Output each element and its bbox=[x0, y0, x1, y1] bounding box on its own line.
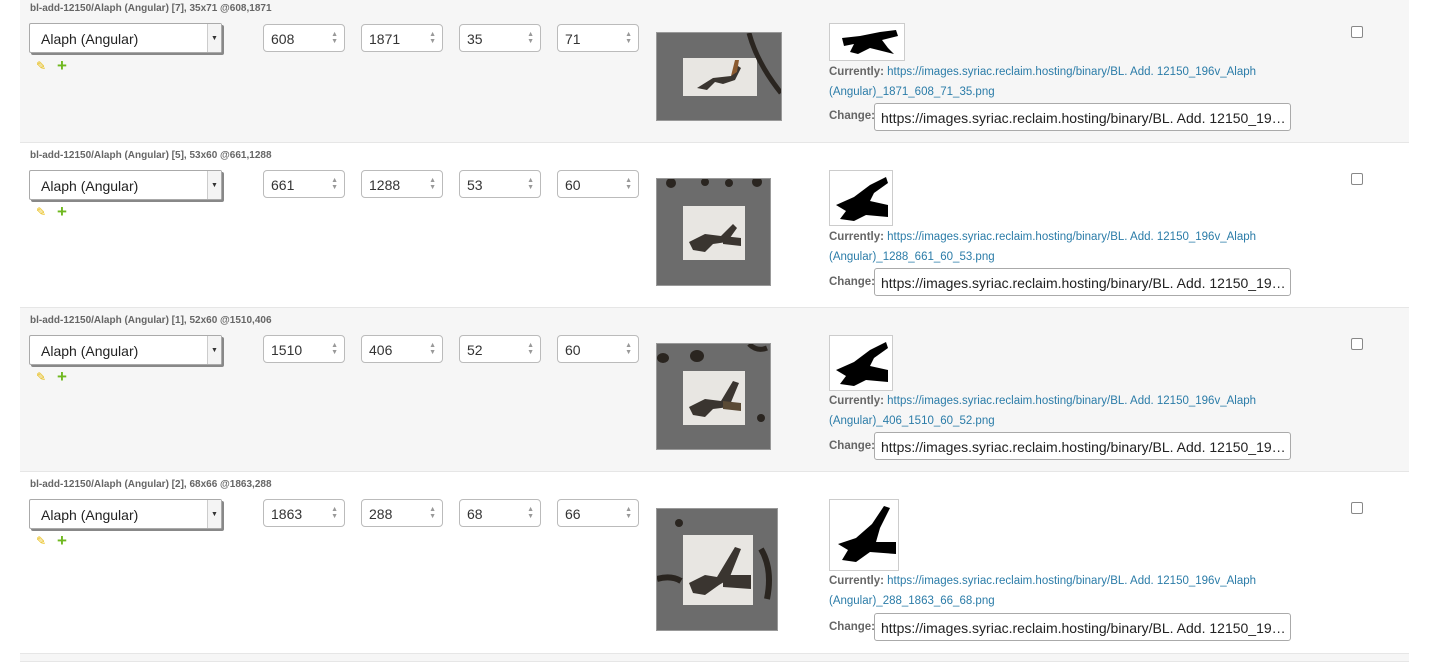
spinner-arrows-icon[interactable]: ▲ ▼ bbox=[527, 31, 534, 45]
glyph-row: bl-add-12150/Alaph (Angular) [1], 52x60 … bbox=[20, 308, 1409, 472]
plus-icon[interactable]: + bbox=[57, 368, 67, 385]
glyph-row: bl-add-12150/Alaph (Angular) [5], 53x60 … bbox=[20, 143, 1409, 308]
crop-preview bbox=[656, 32, 782, 121]
change-label: Change: bbox=[829, 440, 875, 452]
caret-down-icon: ▼ bbox=[207, 24, 221, 52]
current-file: Currently: https://images.syriac.reclaim… bbox=[829, 66, 1257, 98]
delete-checkbox[interactable] bbox=[1351, 26, 1363, 38]
delete-checkbox[interactable] bbox=[1351, 173, 1363, 185]
change-file-input[interactable]: https://images.syriac.reclaim.hosting/bi… bbox=[874, 103, 1291, 131]
glyph-row: bl-add-12150/Alaph (Angular) [7], 35x71 … bbox=[20, 0, 1409, 143]
y-input[interactable]: 406 ▲ ▼ bbox=[361, 335, 443, 363]
pencil-icon[interactable]: ✎ bbox=[36, 370, 46, 384]
w-input[interactable]: 68 ▲ ▼ bbox=[459, 499, 541, 527]
current-file-link[interactable]: https://images.syriac.reclaim.hosting/bi… bbox=[829, 395, 1256, 427]
current-file: Currently: https://images.syriac.reclaim… bbox=[829, 575, 1257, 607]
spinner-arrows-icon[interactable]: ▲ ▼ bbox=[331, 177, 338, 191]
letter-select[interactable]: Alaph (Angular) ▼ bbox=[29, 499, 222, 529]
letter-select-value: Alaph (Angular) bbox=[41, 178, 139, 194]
change-label: Change: bbox=[829, 110, 875, 122]
spinner-arrows-icon[interactable]: ▲ ▼ bbox=[625, 31, 632, 45]
pencil-icon[interactable]: ✎ bbox=[36, 534, 46, 548]
glyph-thumbnail bbox=[829, 335, 893, 391]
change-label: Change: bbox=[829, 276, 875, 288]
spinner-arrows-icon[interactable]: ▲ ▼ bbox=[625, 177, 632, 191]
spinner-arrows-icon[interactable]: ▲ ▼ bbox=[429, 31, 436, 45]
crop-preview bbox=[656, 178, 771, 286]
letter-select[interactable]: Alaph (Angular) ▼ bbox=[29, 170, 222, 200]
plus-icon[interactable]: + bbox=[57, 57, 67, 74]
delete-checkbox[interactable] bbox=[1351, 502, 1363, 514]
y-input[interactable]: 288 ▲ ▼ bbox=[361, 499, 443, 527]
current-file-link[interactable]: https://images.syriac.reclaim.hosting/bi… bbox=[829, 575, 1256, 607]
letter-select[interactable]: Alaph (Angular) ▼ bbox=[29, 335, 222, 365]
caret-down-icon: ▼ bbox=[207, 171, 221, 199]
spinner-arrows-icon[interactable]: ▲ ▼ bbox=[429, 177, 436, 191]
change-file-input[interactable]: https://images.syriac.reclaim.hosting/bi… bbox=[874, 268, 1291, 296]
pencil-icon[interactable]: ✎ bbox=[36, 59, 46, 73]
letter-select-value: Alaph (Angular) bbox=[41, 343, 139, 359]
spinner-arrows-icon[interactable]: ▲ ▼ bbox=[527, 177, 534, 191]
spinner-arrows-icon[interactable]: ▲ ▼ bbox=[429, 342, 436, 356]
plus-icon[interactable]: + bbox=[57, 532, 67, 549]
glyph-thumbnail bbox=[829, 499, 899, 571]
x-input[interactable]: 1510 ▲ ▼ bbox=[263, 335, 345, 363]
h-input[interactable]: 71 ▲ ▼ bbox=[557, 24, 639, 52]
spinner-arrows-icon[interactable]: ▲ ▼ bbox=[429, 506, 436, 520]
y-input[interactable]: 1871 ▲ ▼ bbox=[361, 24, 443, 52]
row-label: bl-add-12150/Alaph (Angular) [1], 52x60 … bbox=[30, 315, 272, 326]
h-input[interactable]: 60 ▲ ▼ bbox=[557, 170, 639, 198]
glyph-row: bl-add-12150/Alaph (Angular) [2], 68x66 … bbox=[20, 472, 1409, 654]
w-input[interactable]: 53 ▲ ▼ bbox=[459, 170, 541, 198]
glyph-thumbnail bbox=[829, 170, 893, 226]
pencil-icon[interactable]: ✎ bbox=[36, 205, 46, 219]
x-input[interactable]: 661 ▲ ▼ bbox=[263, 170, 345, 198]
h-input[interactable]: 66 ▲ ▼ bbox=[557, 499, 639, 527]
crop-preview bbox=[656, 508, 778, 631]
row-label: bl-add-12150/Alaph (Angular) [2], 68x66 … bbox=[30, 479, 272, 490]
spinner-arrows-icon[interactable]: ▲ ▼ bbox=[331, 342, 338, 356]
glyph-thumbnail bbox=[829, 23, 905, 61]
letter-select-value: Alaph (Angular) bbox=[41, 507, 139, 523]
x-input[interactable]: 608 ▲ ▼ bbox=[263, 24, 345, 52]
caret-down-icon: ▼ bbox=[207, 500, 221, 528]
spinner-arrows-icon[interactable]: ▲ ▼ bbox=[625, 506, 632, 520]
y-input[interactable]: 1288 ▲ ▼ bbox=[361, 170, 443, 198]
row-label: bl-add-12150/Alaph (Angular) [7], 35x71 … bbox=[30, 3, 272, 14]
change-file-input[interactable]: https://images.syriac.reclaim.hosting/bi… bbox=[874, 613, 1291, 641]
change-file-input[interactable]: https://images.syriac.reclaim.hosting/bi… bbox=[874, 432, 1291, 460]
change-label: Change: bbox=[829, 621, 875, 633]
w-input[interactable]: 35 ▲ ▼ bbox=[459, 24, 541, 52]
letter-select[interactable]: Alaph (Angular) ▼ bbox=[29, 23, 222, 53]
current-file: Currently: https://images.syriac.reclaim… bbox=[829, 395, 1257, 427]
spinner-arrows-icon[interactable]: ▲ ▼ bbox=[527, 342, 534, 356]
w-input[interactable]: 52 ▲ ▼ bbox=[459, 335, 541, 363]
spinner-arrows-icon[interactable]: ▲ ▼ bbox=[331, 31, 338, 45]
caret-down-icon: ▼ bbox=[207, 336, 221, 364]
letter-select-value: Alaph (Angular) bbox=[41, 31, 139, 47]
row-label: bl-add-12150/Alaph (Angular) [5], 53x60 … bbox=[30, 150, 272, 161]
current-file: Currently: https://images.syriac.reclaim… bbox=[829, 231, 1257, 263]
h-input[interactable]: 60 ▲ ▼ bbox=[557, 335, 639, 363]
spinner-arrows-icon[interactable]: ▲ ▼ bbox=[625, 342, 632, 356]
current-file-link[interactable]: https://images.syriac.reclaim.hosting/bi… bbox=[829, 66, 1256, 98]
spinner-arrows-icon[interactable]: ▲ ▼ bbox=[527, 506, 534, 520]
spinner-arrows-icon[interactable]: ▲ ▼ bbox=[331, 506, 338, 520]
x-input[interactable]: 1863 ▲ ▼ bbox=[263, 499, 345, 527]
delete-checkbox[interactable] bbox=[1351, 338, 1363, 350]
plus-icon[interactable]: + bbox=[57, 203, 67, 220]
crop-preview bbox=[656, 343, 771, 450]
current-file-link[interactable]: https://images.syriac.reclaim.hosting/bi… bbox=[829, 231, 1256, 263]
